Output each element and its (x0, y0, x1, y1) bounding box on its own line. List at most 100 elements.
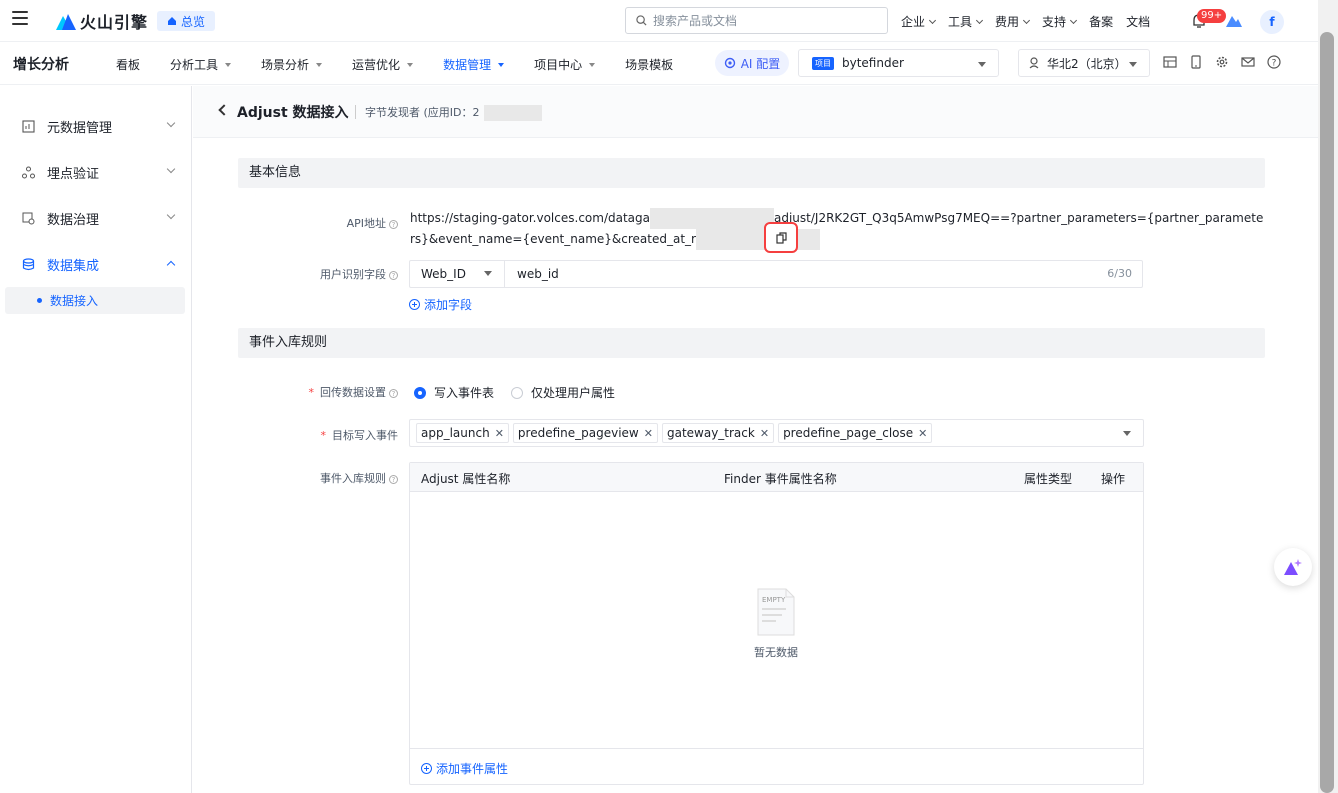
close-icon[interactable]: ✕ (918, 427, 927, 440)
ai-assistant-float-button[interactable] (1274, 548, 1312, 586)
region-select[interactable]: 华北2（北京） (1018, 49, 1150, 77)
caret-down-icon (225, 62, 232, 67)
overview-button[interactable]: 总览 (157, 11, 216, 31)
api-address-value: https://staging-gator.volces.com/dataga a… (410, 208, 1266, 250)
project-select[interactable]: 项目 bytefinder (798, 49, 999, 77)
label-text: 目标写入事件 (332, 429, 398, 442)
close-icon[interactable]: ✕ (760, 427, 769, 440)
radio-write-event-table[interactable]: 写入事件表 (414, 384, 494, 401)
empty-text: 暂无数据 (754, 646, 798, 659)
nav-item-scene-analysis[interactable]: 场景分析 (261, 56, 323, 73)
sidebar-item-label: 埋点验证 (47, 166, 100, 182)
target-event-label: * 目标写入事件 (273, 427, 399, 443)
hamburger-menu-icon[interactable] (12, 11, 28, 27)
close-icon[interactable]: ✕ (495, 427, 504, 440)
nav-item-dashboard[interactable]: 看板 (116, 56, 140, 73)
section-basic-info: 基本信息 (238, 158, 1265, 188)
nav-label: 项目中心 (534, 58, 583, 72)
nav-item-operation[interactable]: 运营优化 (352, 56, 414, 73)
topnav-enterprise[interactable]: 企业 (901, 13, 937, 30)
user-field-type-select[interactable]: Web_ID (410, 261, 505, 287)
target-event-select[interactable]: app_launch ✕ predefine_pageview ✕ gateway_… (409, 419, 1144, 447)
section-event-rules: 事件入库规则 (238, 328, 1265, 358)
topnav-billing[interactable]: 费用 (995, 13, 1031, 30)
topnav-support[interactable]: 支持 (1042, 13, 1078, 30)
add-field-link[interactable]: 添加字段 (409, 296, 472, 313)
empty-state: EMPTY 暂无数据 (754, 587, 798, 660)
region-label: 华北2（北京） (1047, 56, 1127, 71)
avatar[interactable]: f (1260, 10, 1284, 34)
caret-down-icon (1123, 431, 1131, 436)
help-icon[interactable]: ? (389, 474, 398, 484)
topnav-tools[interactable]: 工具 (948, 13, 984, 30)
radio-unchecked-icon (511, 386, 523, 399)
logo-text: 火山引擎 (80, 13, 149, 32)
user-field-value-input[interactable]: web_id (517, 261, 559, 287)
caret-down-icon (316, 62, 323, 67)
close-icon[interactable]: ✕ (644, 427, 653, 440)
sidebar-item-data-integration[interactable]: 数据集成 (22, 254, 176, 274)
redacted-app-id (483, 105, 542, 121)
help-icon[interactable]: ? (1267, 55, 1281, 69)
page-title: Adjust 数据接入 (237, 105, 349, 121)
event-tag: gateway_track ✕ (661, 423, 775, 443)
char-count: 6/30 (1107, 267, 1132, 280)
scrollbar-thumb[interactable] (1320, 32, 1334, 793)
app-info: 字节发现者 (应用ID：2 (365, 106, 480, 119)
mail-icon[interactable] (1241, 55, 1255, 69)
nav-label: 分析工具 (170, 58, 219, 72)
sidebar-item-data-governance[interactable]: 数据治理 (22, 208, 176, 228)
overview-label: 总览 (181, 14, 206, 29)
api-part: https://staging-gator.volces.com/dataga (410, 211, 650, 225)
back-arrow-icon[interactable] (218, 104, 230, 116)
topnav-docs[interactable]: 文档 (1126, 13, 1150, 30)
topnav-icp[interactable]: 备案 (1089, 13, 1113, 30)
mobile-icon[interactable] (1189, 55, 1203, 69)
topnav-label: 支持 (1042, 15, 1067, 29)
volcengine-logo[interactable]: 火山引擎 (56, 10, 148, 32)
callback-setting-label: * 回传数据设置? (273, 384, 398, 400)
radio-user-attr-only[interactable]: 仅处理用户属性 (511, 384, 615, 401)
product-nav-items: 看板 分析工具 场景分析 运营优化 数据管理 项目中心 场景模板 (116, 56, 673, 73)
nav-item-data-management[interactable]: 数据管理 (443, 56, 505, 73)
top-nav: 企业 工具 费用 支持 备案 文档 (901, 13, 1163, 30)
verify-icon (22, 166, 35, 178)
api-part: vent_name={event_name}&created_at_r (445, 232, 696, 246)
caret-down-icon (407, 62, 414, 67)
help-icon[interactable]: ? (389, 388, 398, 398)
chevron-down-icon (1023, 16, 1031, 24)
mountain-icon[interactable] (1226, 13, 1242, 27)
user-field-input-group: Web_ID web_id 6/30 (409, 260, 1143, 288)
search-input[interactable]: 搜索产品或文档 (625, 7, 888, 34)
caret-down-icon (1129, 62, 1137, 67)
nav-item-analysis-tools[interactable]: 分析工具 (170, 56, 232, 73)
nav-item-scene-template[interactable]: 场景模板 (625, 56, 673, 73)
column-header: 属性类型 (1024, 472, 1073, 486)
page-subtitle: 字节发现者 (应用ID：2 (365, 104, 542, 121)
chevron-down-icon (166, 164, 176, 174)
sidebar-item-metadata[interactable]: 元数据管理 (22, 116, 176, 136)
required-mark: * (308, 386, 315, 399)
add-event-attr-link[interactable]: 添加事件属性 (421, 760, 508, 777)
search-placeholder: 搜索产品或文档 (653, 14, 738, 28)
help-icon[interactable]: ? (389, 219, 398, 229)
product-navbar: 增长分析 看板 分析工具 场景分析 运营优化 数据管理 项目中心 场景模板 AI… (0, 42, 1318, 85)
notification-badge: 99+ (1197, 9, 1227, 23)
ai-config-button[interactable]: AI 配置 (715, 50, 789, 76)
volcano-logo-icon (56, 14, 76, 30)
help-icon[interactable]: ? (389, 270, 398, 280)
radio-checked-icon (414, 386, 426, 399)
copy-button[interactable] (764, 222, 798, 253)
nav-label: 场景模板 (625, 58, 674, 72)
redacted-segment (650, 208, 774, 229)
nav-label: 数据管理 (443, 58, 492, 72)
ai-sparkle-icon (1284, 559, 1302, 575)
tag-label: app_launch (421, 426, 490, 440)
sidebar-item-tracking-verify[interactable]: 埋点验证 (22, 162, 176, 182)
gear-icon[interactable] (1215, 55, 1229, 69)
sidebar-subitem-data-access[interactable]: 数据接入 (5, 287, 185, 314)
nav-item-project-center[interactable]: 项目中心 (534, 56, 596, 73)
table-icon[interactable] (1163, 55, 1177, 69)
copy-icon (775, 231, 787, 244)
governance-icon (22, 212, 35, 224)
